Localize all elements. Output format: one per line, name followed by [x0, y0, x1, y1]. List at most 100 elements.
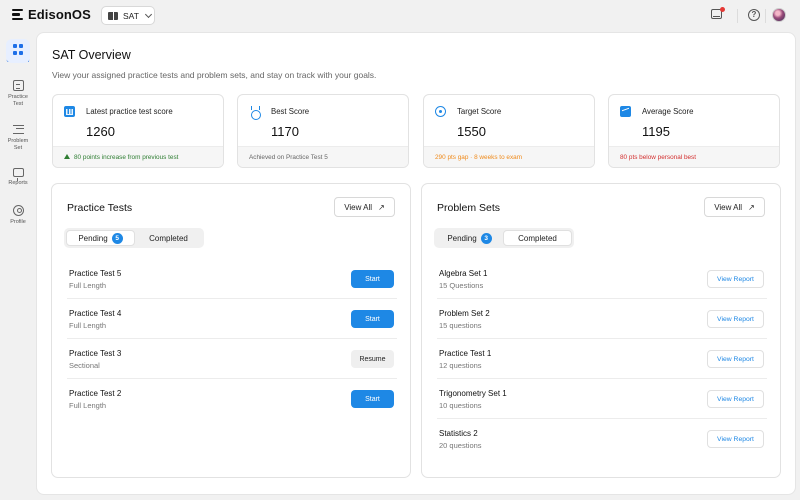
list-item: Problem Set 2 15 questions View Report [437, 299, 767, 339]
stat-label: Target Score [457, 107, 502, 116]
sidebar-item-practice-test[interactable]: Practice Test [0, 80, 36, 108]
checklist-icon [12, 124, 24, 135]
item-count: 15 Questions [439, 281, 484, 290]
start-button[interactable]: Start [351, 390, 394, 408]
practice-test-list: Practice Test 5 Full Length Start Practi… [67, 259, 397, 419]
stat-label: Average Score [642, 107, 694, 116]
avatar[interactable] [772, 8, 786, 22]
tab-completed[interactable]: Completed [503, 230, 572, 246]
arrow-up-right-icon: ↗ [748, 202, 755, 212]
sidebar-item-reports[interactable]: Reports [0, 168, 36, 187]
sidebar-item-problem-set[interactable]: Problem Set [0, 124, 36, 152]
top-bar: EdisonOS SAT ? [0, 0, 800, 32]
view-report-button[interactable]: View Report [707, 430, 764, 448]
view-all-button[interactable]: View All ↗ [704, 197, 765, 217]
page-title: SAT Overview [52, 48, 131, 62]
item-count: 15 questions [439, 321, 482, 330]
item-type: Sectional [69, 361, 100, 370]
item-name: Practice Test 2 [69, 389, 122, 398]
app-logo[interactable]: EdisonOS [12, 7, 91, 22]
item-type: Full Length [69, 401, 107, 410]
list-item: Practice Test 1 12 questions View Report [437, 339, 767, 379]
page-subtitle: View your assigned practice tests and pr… [52, 70, 377, 80]
exam-selector-value: SAT [123, 10, 139, 21]
stat-value: 1170 [271, 124, 299, 139]
count-badge: 5 [111, 232, 123, 244]
practice-tests-panel: Practice Tests View All ↗ Pending 5 Comp… [51, 183, 411, 478]
exam-selector[interactable]: SAT [101, 6, 155, 25]
item-name: Statistics 2 [439, 429, 478, 438]
view-all-label: View All [714, 202, 743, 212]
tab-label: Pending [78, 233, 108, 243]
divider [737, 9, 738, 23]
bar-chart-icon [64, 106, 75, 117]
target-icon [435, 106, 446, 117]
stat-label: Best Score [271, 107, 310, 116]
item-name: Practice Test 5 [69, 269, 122, 278]
item-name: Algebra Set 1 [439, 269, 488, 278]
tab-pending[interactable]: Pending 3 [436, 230, 503, 246]
view-report-button[interactable]: View Report [707, 270, 764, 288]
help-icon[interactable]: ? [748, 9, 760, 21]
item-type: Full Length [69, 281, 107, 290]
document-icon [12, 80, 24, 91]
list-item: Statistics 2 20 questions View Report [437, 419, 767, 459]
logo-mark-icon [12, 8, 23, 21]
sidebar-item-label: Practice Test [8, 94, 28, 107]
item-count: 10 questions [439, 401, 482, 410]
view-all-button[interactable]: View All ↗ [334, 197, 395, 217]
user-icon [12, 205, 24, 216]
arrow-up-right-icon: ↗ [378, 202, 385, 212]
count-badge: 3 [480, 232, 492, 244]
stat-footer: 80 points increase from previous test [53, 146, 223, 167]
status-toggle: Pending 5 Completed [64, 228, 204, 248]
divider [765, 9, 766, 23]
problem-sets-panel: Problem Sets View All ↗ Pending 3 Comple… [421, 183, 781, 478]
problem-set-list: Algebra Set 1 15 Questions View Report P… [437, 259, 767, 459]
resume-button[interactable]: Resume [351, 350, 394, 368]
list-item: Practice Test 3 Sectional Resume [67, 339, 397, 379]
list-item: Trigonometry Set 1 10 questions View Rep… [437, 379, 767, 419]
stat-footer: 290 pts gap · 8 weeks to exam [424, 146, 594, 167]
stat-card-best: Best Score 1170 Achieved on Practice Tes… [237, 94, 409, 168]
stat-value: 1195 [642, 124, 670, 139]
start-button[interactable]: Start [351, 310, 394, 328]
sidebar-item-overview[interactable]: Overview [0, 39, 36, 65]
view-all-label: View All [344, 202, 373, 212]
main-panel: SAT Overview View your assigned practice… [36, 32, 796, 495]
view-report-button[interactable]: View Report [707, 390, 764, 408]
tab-pending[interactable]: Pending 5 [66, 230, 135, 246]
status-toggle: Pending 3 Completed [434, 228, 574, 248]
item-name: Practice Test 1 [439, 349, 492, 358]
start-button[interactable]: Start [351, 270, 394, 288]
stat-card-average: Average Score 1195 80 pts below personal… [608, 94, 780, 168]
sidebar-item-label: Problem Set [7, 138, 29, 151]
sidebar-item-label: Profile [10, 219, 26, 225]
tab-completed[interactable]: Completed [135, 230, 202, 246]
stat-footer: 80 pts below personal best [609, 146, 779, 167]
list-item: Algebra Set 1 15 Questions View Report [437, 259, 767, 299]
item-name: Practice Test 4 [69, 309, 122, 318]
app-name: EdisonOS [28, 7, 91, 22]
stat-footer: Achieved on Practice Test 5 [238, 146, 408, 167]
sidebar-item-profile[interactable]: Profile [0, 205, 36, 226]
item-count: 12 questions [439, 361, 482, 370]
stat-value: 1550 [457, 124, 486, 139]
stat-footer-text: 80 points increase from previous test [74, 154, 179, 161]
sidebar-item-label: Reports [8, 180, 28, 186]
stat-value: 1260 [86, 124, 115, 139]
grid-icon [12, 44, 24, 55]
item-name: Problem Set 2 [439, 309, 490, 318]
item-name: Practice Test 3 [69, 349, 122, 358]
view-report-button[interactable]: View Report [707, 350, 764, 368]
chevron-down-icon [144, 10, 152, 18]
tab-label: Pending [447, 233, 477, 243]
item-type: Full Length [69, 321, 107, 330]
arrow-up-icon [64, 154, 70, 159]
view-report-button[interactable]: View Report [707, 310, 764, 328]
stat-card-latest: Latest practice test score 1260 80 point… [52, 94, 224, 168]
stat-card-target: Target Score 1550 290 pts gap · 8 weeks … [423, 94, 595, 168]
notification-dot [720, 7, 725, 12]
board-icon [12, 168, 24, 181]
book-icon [108, 11, 118, 20]
